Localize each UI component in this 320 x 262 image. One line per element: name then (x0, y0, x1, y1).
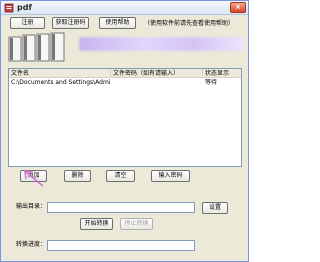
row-password[interactable] (111, 79, 203, 87)
row-filename: C:\Documents and Settings\Administr... (11, 79, 111, 86)
documents-icon (8, 32, 65, 62)
output-dir-input[interactable] (47, 202, 195, 213)
stop-convert-button[interactable]: 停止转换 (120, 218, 153, 230)
enter-password-button[interactable]: 输入密码 (151, 170, 190, 182)
clear-button[interactable]: 清空 (106, 170, 135, 182)
pointer-arrow-icon (24, 170, 44, 187)
help-button[interactable]: 使用帮助 (99, 17, 136, 29)
get-code-button[interactable]: 获取注册码 (52, 17, 89, 29)
window-title: pdf (17, 3, 32, 12)
settings-button[interactable]: 设置 (202, 202, 228, 214)
progress-bar (47, 240, 195, 251)
banner-graphic (79, 37, 244, 51)
row-status: 等待 (205, 79, 218, 86)
progress-label: 转换进度： (16, 241, 47, 248)
column-password[interactable]: 文件密码（如有请输入） (111, 69, 203, 78)
start-convert-button[interactable]: 开始转换 (80, 218, 113, 230)
file-list[interactable]: 文件名 文件密码（如有请输入） 状态显示 C:\Documents and Se… (8, 68, 242, 167)
output-dir-label: 输出目录： (16, 203, 47, 210)
pdf-app-icon (4, 3, 14, 13)
close-button[interactable]: × (230, 2, 246, 13)
app-window: pdf × 注册 获取注册码 使用帮助 （使用软件前请先查看使用帮助） 文件名 … (0, 0, 249, 262)
file-list-header: 文件名 文件密码（如有请输入） 状态显示 (9, 69, 241, 78)
register-button[interactable]: 注册 (10, 17, 45, 29)
column-filename[interactable]: 文件名 (9, 69, 111, 78)
help-hint-text: （使用软件前请先查看使用帮助） (144, 20, 235, 27)
delete-button[interactable]: 删除 (64, 170, 91, 182)
column-status[interactable]: 状态显示 (203, 69, 241, 78)
title-bar[interactable]: pdf × (1, 1, 248, 15)
